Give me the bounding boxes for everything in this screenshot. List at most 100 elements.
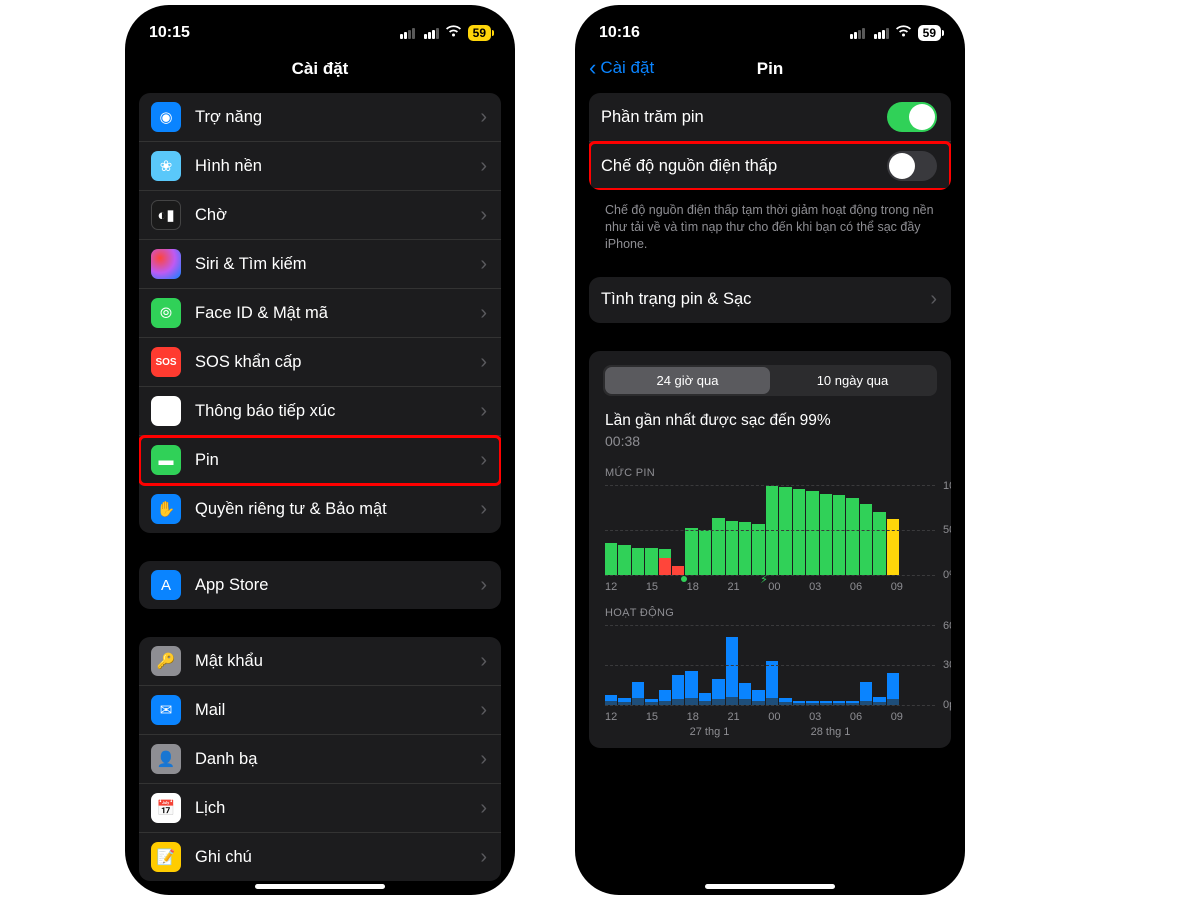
chevron-right-icon: › <box>480 449 487 472</box>
phone-right-battery: 10:16 59 ‹ Cài đặt Pin Phần trăm pin Chế… <box>575 5 965 895</box>
row-label: Trợ năng <box>195 108 480 127</box>
back-label: Cài đặt <box>600 58 654 78</box>
activity-section-label: HOẠT ĐỘNG <box>589 593 951 625</box>
row-battery-percent[interactable]: Phần trăm pin <box>589 93 951 142</box>
x-axis-hours-2: 1215182100030609 <box>589 705 951 723</box>
back-button[interactable]: ‹ Cài đặt <box>589 57 654 79</box>
row-label: Mail <box>195 701 480 720</box>
chevron-left-icon: ‹ <box>589 57 596 79</box>
signal-icon-2 <box>424 28 439 39</box>
chevron-right-icon: › <box>480 400 487 423</box>
row-low-power-mode[interactable]: Chế độ nguồn điện thấp <box>589 142 951 190</box>
settings-row-accessibility[interactable]: ◉ Trợ năng› <box>139 93 501 142</box>
calendar-icon: 📅 <box>151 793 181 823</box>
battery-icon: ▬ <box>151 445 181 475</box>
row-label: Thông báo tiếp xúc <box>195 402 480 421</box>
settings-row-passwords[interactable]: 🔑Mật khẩu› <box>139 637 501 686</box>
settings-row-calendar[interactable]: 📅Lịch› <box>139 784 501 833</box>
chevron-right-icon: › <box>930 288 937 311</box>
settings-row-appstore[interactable]: A App Store› <box>139 561 501 609</box>
row-label: Danh bạ <box>195 750 480 769</box>
signal-icon-2 <box>874 28 889 39</box>
nav-header: ‹ Cài đặt Pin <box>575 49 965 93</box>
low-power-description: Chế độ nguồn điện thấp tạm thời giảm hoạ… <box>589 196 951 253</box>
settings-row-notes[interactable]: 📝 Ghi chú› <box>139 833 501 881</box>
siri-icon <box>151 249 181 279</box>
settings-row-faceid[interactable]: ⦾ Face ID & Mật mã› <box>139 289 501 338</box>
chevron-right-icon: › <box>480 846 487 869</box>
last-charge-label: Lần gần nhất được sạc đến 99% <box>605 410 935 430</box>
row-battery-health[interactable]: Tình trạng pin & Sạc › <box>589 277 951 323</box>
row-label: SOS khẩn cấp <box>195 353 480 372</box>
usage-card: 24 giờ qua 10 ngày qua Lần gần nhất được… <box>589 351 951 748</box>
battery-indicator: 59 <box>918 25 941 41</box>
signal-icon <box>400 28 415 39</box>
phone-left-settings: 10:15 59 Cài đặt ◉Trợ năng›❀Hình nền›◐▮C… <box>125 5 515 895</box>
x-axis-hours: 1215182100030609 <box>589 575 951 593</box>
clock: 10:16 <box>599 24 640 42</box>
chevron-right-icon: › <box>480 351 487 374</box>
chevron-right-icon: › <box>480 204 487 227</box>
settings-row-standby[interactable]: ◐▮ Chờ› <box>139 191 501 240</box>
row-label: Hình nền <box>195 157 480 176</box>
x-axis-days: 27 thg 128 thg 1 <box>589 723 951 738</box>
exposure-icon: ✱ <box>151 396 181 426</box>
toggle-low-power[interactable] <box>887 151 937 181</box>
contacts-icon: 👤 <box>151 744 181 774</box>
faceid-icon: ⦾ <box>151 298 181 328</box>
activity-chart: 60ph 30ph 0ph <box>605 625 935 705</box>
row-label: Ghi chú <box>195 848 480 867</box>
nav-header: Cài đặt <box>125 49 515 93</box>
row-label: Mật khẩu <box>195 652 480 671</box>
row-label: App Store <box>195 576 480 595</box>
chevron-right-icon: › <box>480 574 487 597</box>
status-bar: 10:16 59 <box>575 5 965 49</box>
seg-10d[interactable]: 10 ngày qua <box>770 367 935 394</box>
wifi-icon <box>445 25 462 42</box>
status-bar: 10:15 59 <box>125 5 515 49</box>
settings-list[interactable]: ◉Trợ năng›❀Hình nền›◐▮Chờ›Siri & Tìm kiế… <box>125 93 515 895</box>
row-label: Lịch <box>195 799 480 818</box>
chevron-right-icon: › <box>480 498 487 521</box>
mail-icon: ✉ <box>151 695 181 725</box>
battery-content[interactable]: Phần trăm pin Chế độ nguồn điện thấp Chế… <box>575 93 965 895</box>
level-section-label: MỨC PIN <box>589 453 951 485</box>
accessibility-icon: ◉ <box>151 102 181 132</box>
chevron-right-icon: › <box>480 106 487 129</box>
privacy-icon: ✋ <box>151 494 181 524</box>
row-label: Quyền riêng tư & Bảo mật <box>195 500 480 519</box>
chevron-right-icon: › <box>480 699 487 722</box>
row-label: Face ID & Mật mã <box>195 304 480 323</box>
appstore-icon: A <box>151 570 181 600</box>
settings-row-wallpaper[interactable]: ❀ Hình nền› <box>139 142 501 191</box>
passwords-icon: 🔑 <box>151 646 181 676</box>
settings-row-battery[interactable]: ▬ Pin› <box>139 436 501 485</box>
chevron-right-icon: › <box>480 155 487 178</box>
battery-level-chart: 100% 50% 0% ⚡︎ <box>605 485 935 575</box>
seg-24h[interactable]: 24 giờ qua <box>605 367 770 394</box>
last-charge-time: 00:38 <box>605 433 935 449</box>
settings-row-mail[interactable]: ✉ Mail› <box>139 686 501 735</box>
segmented-control[interactable]: 24 giờ qua 10 ngày qua <box>603 365 937 396</box>
settings-row-sos[interactable]: SOS SOS khẩn cấp› <box>139 338 501 387</box>
toggle-battery-percent[interactable] <box>887 102 937 132</box>
standby-icon: ◐▮ <box>151 200 181 230</box>
row-label: Pin <box>195 451 480 470</box>
notes-icon: 📝 <box>151 842 181 872</box>
home-indicator[interactable] <box>255 884 385 889</box>
row-label: Siri & Tìm kiếm <box>195 255 480 274</box>
chevron-right-icon: › <box>480 748 487 771</box>
settings-row-siri[interactable]: Siri & Tìm kiếm› <box>139 240 501 289</box>
signal-icon <box>850 28 865 39</box>
wifi-icon <box>895 25 912 42</box>
wallpaper-icon: ❀ <box>151 151 181 181</box>
home-indicator[interactable] <box>705 884 835 889</box>
sos-icon: SOS <box>151 347 181 377</box>
settings-row-exposure[interactable]: ✱ Thông báo tiếp xúc› <box>139 387 501 436</box>
chevron-right-icon: › <box>480 253 487 276</box>
settings-row-privacy[interactable]: ✋ Quyền riêng tư & Bảo mật› <box>139 485 501 533</box>
settings-row-contacts[interactable]: 👤 Danh bạ› <box>139 735 501 784</box>
chevron-right-icon: › <box>480 302 487 325</box>
battery-indicator: 59 <box>468 25 491 41</box>
row-label: Chờ <box>195 206 480 225</box>
